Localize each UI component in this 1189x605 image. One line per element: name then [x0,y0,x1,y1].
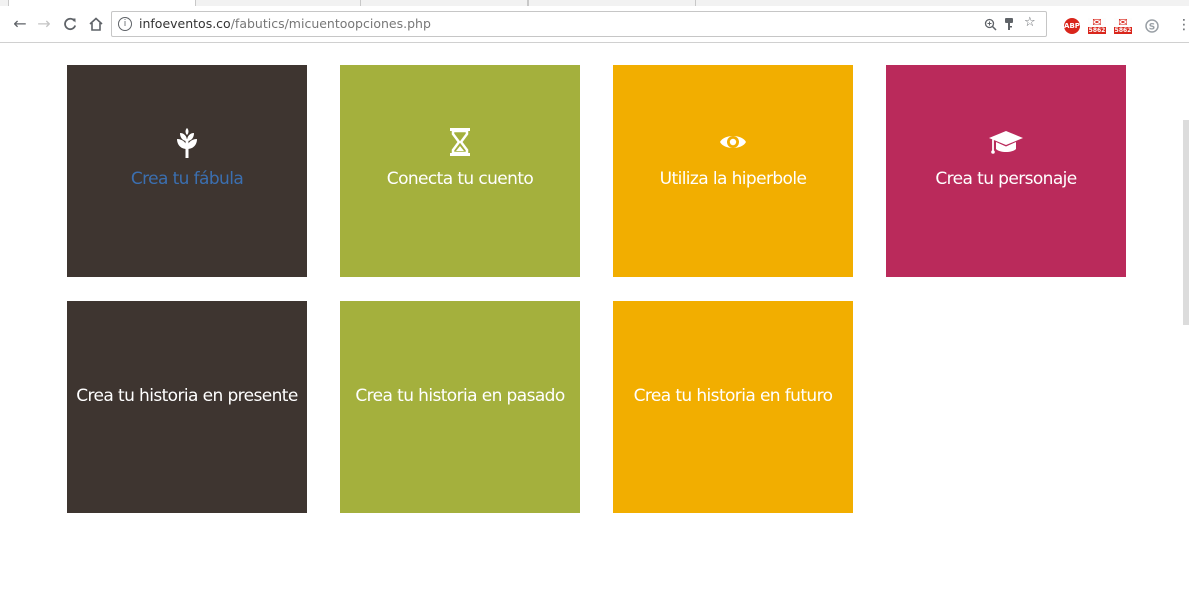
tile-crea-tu-historia-en-presente[interactable]: Crea tu historia en presente [67,301,307,513]
sprout-icon [67,127,307,163]
info-icon[interactable]: i [118,17,132,31]
tile-label: Conecta tu cuento [386,169,534,189]
tile-utiliza-la-hiperbole[interactable]: Utiliza la hiperbole [613,65,853,277]
eye-icon [613,127,853,163]
skype-icon[interactable]: S [1143,18,1161,34]
gmail-icon[interactable]: ✉ 5862 [1088,16,1106,34]
key-icon[interactable] [1004,15,1014,35]
tile-conecta-tu-cuento[interactable]: Conecta tu cuento [340,65,580,277]
envelope-icon: ✉ [1092,16,1102,29]
hourglass-icon [340,127,580,163]
zoom-icon[interactable] [984,15,997,35]
reload-icon[interactable] [59,13,81,35]
tile-crea-tu-fabula[interactable]: Crea tu fábula [67,65,307,277]
url-path: /fabutics/micuentoopciones.php [230,16,431,31]
forward-icon[interactable]: → [33,13,55,35]
scrollbar[interactable] [1183,120,1189,325]
address-bar[interactable]: i infoeventos.co/fabutics/micuentoopcion… [111,11,1047,37]
star-icon[interactable]: ☆ [1024,15,1036,30]
tile-label: Crea tu fábula [130,169,244,189]
home-icon[interactable] [85,13,107,35]
gmail-icon[interactable]: ✉ 5862 [1114,16,1132,34]
unread-count: 5862 [1114,27,1132,34]
tile-label: Crea tu historia en presente [76,386,298,406]
tile-label: Crea tu historia en pasado [355,386,565,406]
back-icon[interactable]: ← [9,13,31,35]
url-text[interactable]: infoeventos.co/fabutics/micuentoopciones… [139,16,431,31]
menu-icon[interactable]: ⋮ [1177,17,1189,33]
browser-toolbar: ← → i infoeventos.co/fabutics/micuentoop… [0,6,1189,43]
abp-icon[interactable]: ABP [1064,18,1080,34]
svg-text:S: S [1149,23,1155,33]
unread-count: 5862 [1088,27,1106,34]
graduation-cap-icon [886,127,1126,163]
tile-crea-tu-historia-en-futuro[interactable]: Crea tu historia en futuro [613,301,853,513]
tile-label: Crea tu historia en futuro [633,386,833,406]
envelope-icon: ✉ [1118,16,1128,29]
tile-crea-tu-personaje[interactable]: Crea tu personaje [886,65,1126,277]
url-host: infoeventos.co [139,16,231,31]
tile-label: Crea tu personaje [935,169,1077,189]
tile-crea-tu-historia-en-pasado[interactable]: Crea tu historia en pasado [340,301,580,513]
tile-label: Utiliza la hiperbole [659,169,807,189]
